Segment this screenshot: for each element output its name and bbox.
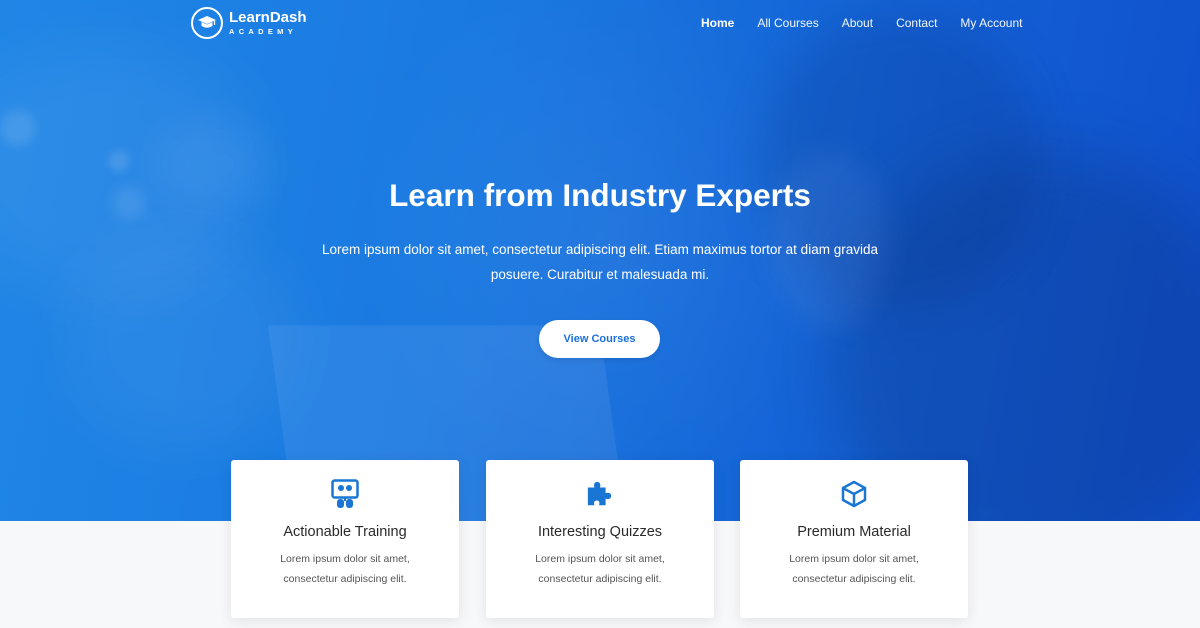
feature-description-line: consectetur adipiscing elit. bbox=[792, 573, 916, 585]
hero-subtitle-line: posuere. Curabitur et malesuada mi. bbox=[490, 267, 710, 282]
feature-description-line: Lorem ipsum dolor sit amet, bbox=[535, 553, 665, 565]
brand-tagline: ACADEMY bbox=[229, 27, 298, 37]
feature-description: Lorem ipsum dolor sit amet, consectetur … bbox=[251, 549, 439, 589]
nav-item-home[interactable]: Home bbox=[701, 16, 734, 30]
feature-description-line: Lorem ipsum dolor sit amet, bbox=[280, 553, 410, 565]
feature-description-line: consectetur adipiscing elit. bbox=[538, 573, 662, 585]
graduation-cap-icon bbox=[191, 7, 223, 39]
feature-description: Lorem ipsum dolor sit amet, consectetur … bbox=[506, 549, 694, 589]
background-blur bbox=[60, 230, 300, 450]
nav-item-all-courses[interactable]: All Courses bbox=[757, 16, 818, 30]
view-courses-button[interactable]: View Courses bbox=[539, 320, 660, 358]
feature-description: Lorem ipsum dolor sit amet, consectetur … bbox=[760, 549, 948, 589]
feature-title: Interesting Quizzes bbox=[537, 524, 663, 540]
hero-title: Learn from Industry Experts bbox=[389, 177, 811, 213]
feature-card-quizzes: Interesting Quizzes Lorem ipsum dolor si… bbox=[486, 460, 714, 618]
nav-item-contact[interactable]: Contact bbox=[896, 16, 937, 30]
puzzle-icon bbox=[586, 478, 614, 510]
brand-name: LearnDash bbox=[229, 9, 307, 27]
feature-title: Actionable Training bbox=[283, 524, 407, 540]
cube-icon bbox=[840, 478, 868, 510]
site-logo[interactable]: LearnDash ACADEMY bbox=[191, 7, 307, 39]
training-icon bbox=[331, 478, 359, 510]
hero-subtitle-line: Lorem ipsum dolor sit amet, consectetur … bbox=[322, 242, 878, 257]
main-nav: Home All Courses About Contact My Accoun… bbox=[701, 16, 1022, 30]
background-blur bbox=[108, 150, 130, 172]
nav-item-my-account[interactable]: My Account bbox=[960, 16, 1022, 30]
nav-item-about[interactable]: About bbox=[842, 16, 873, 30]
feature-description-line: Lorem ipsum dolor sit amet, bbox=[789, 553, 919, 565]
feature-card-training: Actionable Training Lorem ipsum dolor si… bbox=[231, 460, 459, 618]
feature-description-line: consectetur adipiscing elit. bbox=[283, 573, 407, 585]
hero-subtitle: Lorem ipsum dolor sit amet, consectetur … bbox=[300, 237, 900, 287]
hero-section: LearnDash ACADEMY Home All Courses About… bbox=[0, 0, 1200, 521]
background-blur bbox=[0, 110, 36, 146]
feature-title: Premium Material bbox=[797, 524, 911, 540]
feature-card-material: Premium Material Lorem ipsum dolor sit a… bbox=[740, 460, 968, 618]
